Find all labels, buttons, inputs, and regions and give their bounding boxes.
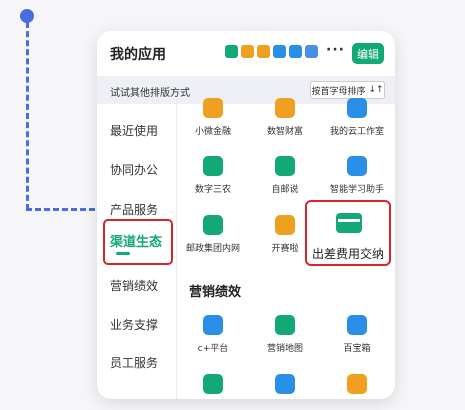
card-icon: [336, 213, 362, 233]
app-treasure-box[interactable]: 百宝箱: [321, 315, 393, 354]
crm-icon: [203, 315, 223, 335]
callout-line-vertical: [26, 22, 29, 210]
mail-icon[interactable]: [241, 45, 254, 58]
app-postal-intranet[interactable]: 邮政集团内网: [177, 215, 249, 254]
coin-bag-icon: [203, 98, 223, 118]
sidebar-item-marketing-performance[interactable]: 营销绩效: [110, 277, 158, 294]
sort-button-label: 按首字母排序: [311, 86, 366, 97]
app-label: 数字三农: [194, 185, 231, 195]
app-customer-service[interactable]: [177, 374, 249, 394]
sort-alphabetical-button[interactable]: 按首字母排序 ↓↑: [310, 81, 385, 99]
sidebar-item-collaboration[interactable]: 协同办公: [110, 161, 158, 178]
app-label: 邮政集团内网: [185, 244, 240, 254]
folder-icon[interactable]: [305, 45, 318, 58]
cube-icon: [347, 315, 367, 335]
mailbox-icon[interactable]: [257, 45, 270, 58]
callout-dot: [20, 9, 34, 23]
cloud-icon: [347, 98, 367, 118]
app-label: 数智财富: [266, 127, 303, 137]
box-icon: [347, 374, 367, 394]
highlight-sidebar-channel: [103, 219, 173, 265]
app-c-plus-platform[interactable]: c+平台: [177, 315, 249, 354]
app-cloud-studio[interactable]: 我的云工作室: [321, 98, 393, 137]
monitor-icon[interactable]: [289, 45, 302, 58]
sidebar-item-product-services[interactable]: 产品服务: [110, 201, 158, 218]
sidebar-item-recent[interactable]: 最近使用: [110, 122, 158, 139]
globe-icon: [203, 215, 223, 235]
panel-header: 我的应用 ··· 编辑: [97, 31, 395, 76]
app-label: 智能学习助手: [329, 185, 384, 195]
app-digital-agriculture[interactable]: 数字三农: [177, 156, 249, 195]
header-app-icons: [225, 45, 318, 58]
app-self-post-talk[interactable]: 自邮说: [249, 156, 321, 195]
database-icon: [203, 156, 223, 176]
app-micro-finance[interactable]: 小微金融: [177, 98, 249, 137]
app-marketing-map[interactable]: 营销地图: [249, 315, 321, 354]
chat-icon: [275, 156, 295, 176]
app-label: 我的云工作室: [329, 127, 384, 137]
app-learning-assistant[interactable]: 智能学习助手: [321, 156, 393, 195]
app-travel-expense-payment[interactable]: 出差费用交纳: [305, 200, 391, 266]
app-label: 自邮说: [271, 185, 299, 195]
sort-hint-text: 试试其他排版方式: [110, 88, 190, 99]
edit-button[interactable]: 编辑: [352, 43, 384, 64]
robot-icon: [347, 156, 367, 176]
sort-arrows-icon: ↓↑: [368, 85, 384, 95]
app-label: 出差费用交纳: [311, 247, 384, 261]
graduation-cap-icon[interactable]: [273, 45, 286, 58]
headset-icon: [203, 374, 223, 394]
sidebar-item-employee-services[interactable]: 员工服务: [110, 354, 158, 371]
shield-icon[interactable]: [225, 45, 238, 58]
document-icon: [275, 374, 295, 394]
wallet-icon: [275, 98, 295, 118]
app-document[interactable]: [249, 374, 321, 394]
app-label: 百宝箱: [343, 344, 371, 354]
section-title-marketing: 营销绩效: [189, 285, 242, 300]
app-label: c+平台: [197, 344, 229, 354]
sidebar-item-business-support[interactable]: 业务支撑: [110, 316, 158, 333]
callout-line-horizontal: [26, 208, 104, 211]
app-digital-wealth[interactable]: 数智财富: [249, 98, 321, 137]
map-icon: [275, 315, 295, 335]
trophy-icon: [275, 215, 295, 235]
app-box[interactable]: [321, 374, 393, 394]
more-button[interactable]: ···: [326, 42, 345, 58]
app-label: 营销地图: [266, 344, 303, 354]
panel-title: 我的应用: [110, 47, 166, 63]
app-label: 小微金融: [194, 127, 231, 137]
